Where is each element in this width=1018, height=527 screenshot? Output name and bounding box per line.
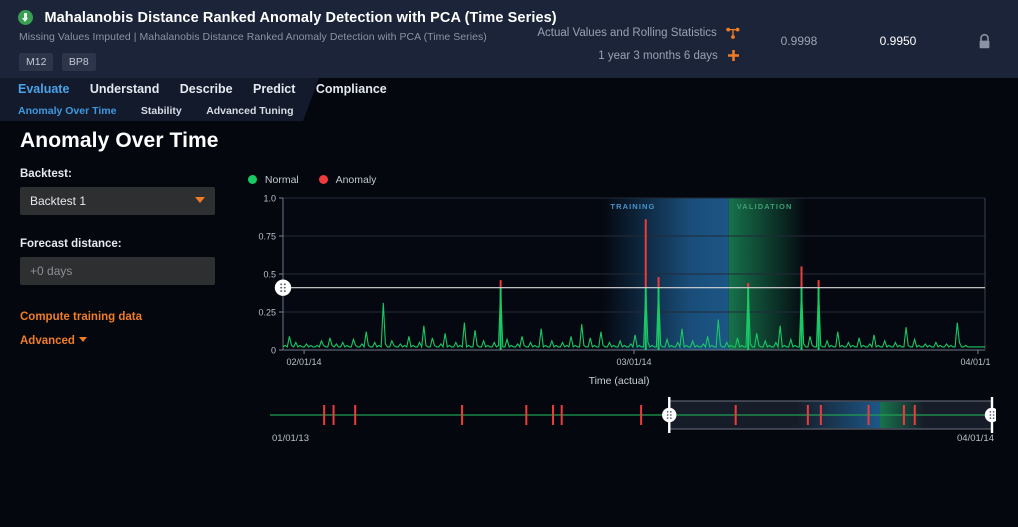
deploy-green-icon xyxy=(18,10,33,25)
forecast-distance-label: Forecast distance: xyxy=(20,238,220,250)
backtest-select[interactable]: Backtest 1 xyxy=(20,187,215,215)
header-meta: Actual Values and Rolling Statistics 1 y… xyxy=(470,23,740,69)
anomaly-over-time-chart[interactable]: TRAINING VALIDATION 0 0.25 0.5 0.75 1.0 02/01/1… xyxy=(248,190,990,377)
lock-icon[interactable] xyxy=(977,33,992,55)
chevron-down-icon xyxy=(195,197,205,203)
chip-bp8[interactable]: BP8 xyxy=(62,53,96,71)
threshold-drag-handle xyxy=(275,279,291,295)
x-axis-tick-label: 04/01/14 xyxy=(960,357,990,367)
spacer xyxy=(20,215,220,238)
subtab-advanced-tuning[interactable]: Advanced Tuning xyxy=(206,101,293,121)
time-range-slider[interactable]: 01/01/13 04/01/14 xyxy=(248,395,996,450)
x-axis-tick-label: 02/01/14 xyxy=(287,357,322,367)
backtest-label: Backtest: xyxy=(20,168,220,180)
tab-understand[interactable]: Understand xyxy=(90,78,159,100)
y-axis-tick-label: 0 xyxy=(271,346,276,356)
navigation-tabbar: Evaluate Understand Describe Predict Com… xyxy=(0,78,1018,121)
legend-dot-normal xyxy=(248,175,257,184)
legend-label-anomaly: Anomaly xyxy=(336,174,377,186)
sub-tabs: Anomaly Over Time Stability Advanced Tun… xyxy=(18,101,314,121)
legend-item-normal[interactable]: Normal xyxy=(248,174,299,186)
app-root: Mahalanobis Distance Ranked Anomaly Dete… xyxy=(0,0,1018,527)
legend-dot-anomaly xyxy=(319,175,328,184)
y-axis-tick-label: 0.5 xyxy=(263,270,276,280)
app-header: Mahalanobis Distance Ranked Anomaly Dete… xyxy=(0,0,1018,78)
y-axis-tick-label: 0.75 xyxy=(258,232,276,242)
advanced-toggle[interactable]: Advanced xyxy=(20,335,220,347)
target-label: Actual Values and Rolling Statistics xyxy=(537,27,716,39)
range-end-label: 04/01/14 xyxy=(957,433,994,444)
training-band-label: TRAINING xyxy=(610,202,655,211)
target-row: Actual Values and Rolling Statistics xyxy=(470,23,740,46)
compute-training-data-link[interactable]: Compute training data xyxy=(20,311,220,323)
x-axis-tick-label: 03/01/14 xyxy=(616,357,651,367)
y-axis-tick-label: 1.0 xyxy=(263,194,276,204)
tab-evaluate[interactable]: Evaluate xyxy=(18,78,69,100)
chip-m12[interactable]: M12 xyxy=(19,53,53,71)
main-tabs: Evaluate Understand Describe Predict Com… xyxy=(18,78,403,100)
y-axis-tick-label: 0.25 xyxy=(258,308,276,318)
validation-band-label: VALIDATION xyxy=(737,202,793,211)
subtab-stability[interactable]: Stability xyxy=(141,101,182,121)
page-title: Anomaly Over Time xyxy=(20,129,219,153)
advanced-label: Advanced xyxy=(20,335,75,347)
legend-item-anomaly[interactable]: Anomaly xyxy=(319,174,376,186)
chart-x-axis-title: Time (actual) xyxy=(248,375,990,387)
plus-icon[interactable] xyxy=(727,49,740,69)
legend-label-normal: Normal xyxy=(265,174,299,186)
share-network-icon[interactable] xyxy=(726,26,740,46)
backtest-select-value: Backtest 1 xyxy=(30,194,86,208)
duration-row: 1 year 3 months 6 days xyxy=(470,46,740,69)
chart-legend: Normal Anomaly xyxy=(248,170,392,188)
tab-predict[interactable]: Predict xyxy=(253,78,295,100)
duration-label: 1 year 3 months 6 days xyxy=(598,50,718,62)
tab-describe[interactable]: Describe xyxy=(180,78,233,100)
chevron-down-icon xyxy=(79,337,87,342)
forecast-distance-input[interactable]: +0 days xyxy=(20,257,215,285)
range-start-label: 01/01/13 xyxy=(272,433,309,444)
subtab-anomaly-over-time[interactable]: Anomaly Over Time xyxy=(18,101,116,121)
tab-compliance[interactable]: Compliance xyxy=(316,78,387,100)
controls-sidebar: Backtest: Backtest 1 Forecast distance: … xyxy=(20,168,220,347)
metric-value-secondary: 0.9998 xyxy=(764,34,834,48)
metric-value-primary: 0.9950 xyxy=(863,34,933,48)
